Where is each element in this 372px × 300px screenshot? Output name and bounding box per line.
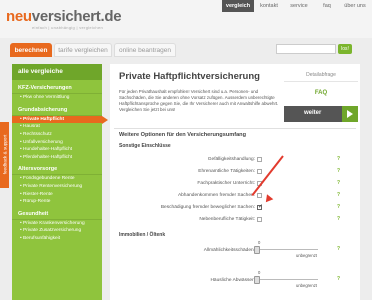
option-label: Beschädigung fremder beweglicher Sachen: (160, 205, 255, 210)
option-row: Abhandenkommen fremder Sachen: ? (110, 192, 360, 202)
help-icon[interactable]: ? (337, 204, 343, 210)
option-row: Nebenberufliche Tätigkeit: ? (110, 216, 360, 226)
slider-label: Allmählichkeitsschäden: (203, 248, 255, 253)
sidebar-item[interactable]: Private Zusatzversicherung (12, 227, 102, 235)
feedback-tab[interactable]: feedback & support (0, 122, 9, 188)
search-input[interactable] (276, 44, 336, 54)
help-icon[interactable]: ? (337, 192, 343, 198)
slider-track[interactable] (258, 249, 318, 250)
faq-link[interactable]: FAQ (284, 82, 358, 102)
sidebar-item[interactable]: Fondsgebundene Rente (12, 175, 102, 183)
option-checkbox[interactable] (257, 169, 262, 174)
sidebar-title[interactable]: alle vergleiche (12, 64, 102, 80)
slider-handle[interactable] (254, 276, 260, 284)
top-nav: vergleich kontakt service faq über uns (222, 0, 370, 12)
option-row: Fachpraktischer Unterricht: ? (110, 180, 360, 190)
option-label: Abhandenkommen fremder Sachen: (177, 193, 255, 198)
option-checkbox[interactable] (257, 217, 262, 222)
arrow-right-icon (342, 106, 358, 122)
nav-service[interactable]: service (284, 0, 314, 12)
logo[interactable]: neuversichert.de (6, 8, 122, 25)
nav-ueber-uns[interactable]: über uns (340, 0, 370, 12)
divider (114, 128, 356, 129)
help-icon[interactable]: ? (337, 276, 340, 282)
option-row: Beschädigung fremder beweglicher Sachen:… (110, 203, 360, 214)
sidebar-item[interactable]: Rechtsschutz (12, 131, 102, 139)
tab-berechnen[interactable]: berechnen (10, 43, 52, 57)
nav-faq[interactable]: faq (314, 0, 340, 12)
slider-label: Häusliche Abwässer: (210, 278, 255, 283)
option-checkbox-checked[interactable] (257, 203, 263, 210)
help-icon[interactable]: ? (337, 216, 343, 222)
sidebar: alle vergleiche KFZ-Versicherungen Pkw o… (12, 64, 108, 300)
help-icon[interactable]: ? (337, 156, 343, 162)
option-checkbox[interactable] (257, 157, 262, 162)
option-label: Ehrenamtliche Tätigkeiten: (198, 169, 255, 174)
slider-max: unbegrenzt (296, 283, 317, 288)
option-label: Nebenberufliche Tätigkeit: (199, 217, 255, 222)
help-icon[interactable]: ? (337, 246, 340, 252)
detail-query-link[interactable]: Detailabfrage (284, 66, 358, 82)
slider-track[interactable] (258, 279, 318, 280)
sidebar-item[interactable]: Private Krankenversicherung (12, 220, 102, 228)
option-row: Gefälligkeitshandlung: ? (110, 156, 360, 166)
slider-row: Häusliche Abwässer: 0 unbegrenzt ? (110, 270, 360, 290)
option-label: Gefälligkeitshandlung: (207, 157, 255, 162)
feedback-label: feedback & support (2, 134, 8, 175)
slider-min: 0 (258, 240, 261, 245)
sidebar-section-title[interactable]: Grundabsicherung (12, 105, 102, 116)
sidebar-item[interactable]: Riester-Rente (12, 190, 102, 198)
intro-text: Für jeden Privathaushalt empfohlen! Vers… (119, 89, 279, 112)
sidebar-section-alter: Altersvorsorge Fondsgebundene Rente Priv… (12, 164, 102, 205)
sidebar-section-title[interactable]: Gesundheit (12, 209, 102, 220)
sidebar-item[interactable]: Private Rentenversicherung (12, 183, 102, 191)
search-button[interactable]: los! (338, 44, 352, 54)
sidebar-section-title[interactable]: KFZ-Versicherungen (12, 83, 102, 94)
group-title: Immobilien / Ölte­nk (119, 232, 166, 238)
slider-max: unbegrenzt (296, 253, 317, 258)
sidebar-item[interactable]: Pferdehalter-Haftpflicht (12, 154, 102, 162)
sidebar-section-gesundheit: Gesundheit Private Krankenversicherung P… (12, 209, 102, 243)
tagline: einfach | unabhängig | vergleichen (32, 25, 103, 30)
tab-tarife-vergleichen[interactable]: tarife vergleichen (54, 43, 112, 57)
options-title: Weitere Optionen für den Versicherungsum… (119, 132, 247, 138)
help-icon[interactable]: ? (337, 168, 343, 174)
next-button[interactable]: weiter (284, 106, 358, 122)
option-label: Fachpraktischer Unterricht: (197, 181, 255, 186)
sidebar-section-kfz: KFZ-Versicherungen Pkw ohne Vermittlung (12, 83, 102, 102)
tab-online-beantragen[interactable]: online beantragen (114, 43, 176, 57)
nav-kontakt[interactable]: kontakt (254, 0, 284, 12)
sidebar-item[interactable]: Hundehalter-Haftpflicht (12, 146, 102, 154)
help-icon[interactable]: ? (337, 180, 343, 186)
sidebar-section-title[interactable]: Altersvorsorge (12, 164, 102, 176)
slider-row: Allmählichkeitsschäden: 0 unbegrenzt ? (110, 240, 360, 260)
sidebar-item[interactable]: Hausrat (12, 123, 102, 131)
sidebar-item[interactable]: Berufsunfähigkeit (12, 235, 102, 243)
option-row: Ehrenamtliche Tätigkeiten: ? (110, 168, 360, 178)
slider-handle[interactable] (254, 246, 260, 254)
sidebar-item[interactable]: Pkw ohne Vermittlung (12, 94, 102, 102)
site-header: neuversichert.de einfach | unabhängig | … (0, 0, 372, 38)
sidebar-item-active[interactable]: Private Haftpflicht (12, 115, 108, 124)
slider-min: 0 (258, 270, 261, 275)
step-tabs: berechnen tarife vergleichen online bean… (10, 41, 360, 61)
nav-vergleich[interactable]: vergleich (222, 0, 254, 12)
side-panel: Detailabfrage FAQ weiter (284, 66, 358, 126)
next-button-label: weiter (304, 110, 322, 116)
sidebar-item[interactable]: Rürup-Rente (12, 198, 102, 206)
main-content: Private Haftpflichtversicherung Für jede… (110, 64, 360, 300)
sidebar-item[interactable]: Unfallversicherung (12, 138, 102, 146)
page-title: Private Haftpflichtversicherung (119, 71, 260, 82)
option-checkbox[interactable] (257, 193, 262, 198)
sidebar-section-grund: Grundabsicherung Private Haftpflicht Hau… (12, 105, 108, 162)
group-title: Sonstige Einschlüsse (119, 143, 171, 149)
